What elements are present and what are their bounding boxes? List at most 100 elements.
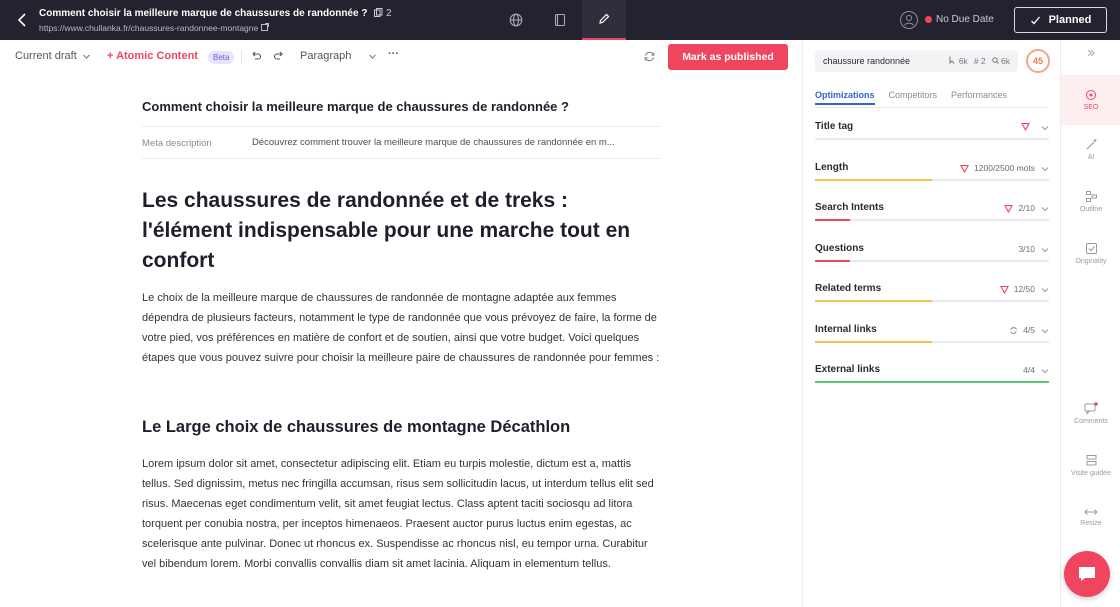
document-title-text: Comment choisir la meilleure marque de c… bbox=[39, 8, 368, 19]
seo-panel: chaussure randonnée 6k # 2 6k 45 Optimiz… bbox=[802, 40, 1060, 607]
seo-row-progress-fill bbox=[815, 381, 1049, 383]
user-icon bbox=[904, 14, 914, 26]
rail-guided-tour-label: Visite guidée bbox=[1071, 470, 1111, 477]
rail-comments[interactable]: Comments bbox=[1061, 402, 1120, 425]
tab-editor[interactable] bbox=[582, 0, 626, 40]
back-arrow-icon[interactable] bbox=[14, 11, 32, 29]
copy-icon bbox=[374, 8, 383, 17]
seo-row-score: 3/10 bbox=[1018, 244, 1035, 254]
top-bar: Comment choisir la meilleure marque de c… bbox=[0, 0, 1120, 40]
seo-row-length[interactable]: Length 1200/2500 mots bbox=[815, 159, 1049, 183]
rail-originality-label: Originality bbox=[1075, 258, 1107, 265]
chat-support-button[interactable] bbox=[1064, 551, 1110, 597]
draft-label: Current draft bbox=[15, 50, 77, 62]
block-type-label: Paragraph bbox=[300, 50, 352, 62]
target-icon bbox=[1086, 90, 1096, 100]
rail-seo[interactable]: SEO bbox=[1061, 75, 1120, 125]
seo-row-value: 4/5 bbox=[1009, 325, 1035, 335]
seo-row-score: 4/5 bbox=[1023, 325, 1035, 335]
document-url[interactable]: https://www.chullanka.fr/chaussures-rand… bbox=[39, 23, 269, 33]
atomic-content-button[interactable]: + Atomic Content bbox=[107, 50, 198, 62]
keyword-stat-clicks: 6k bbox=[958, 56, 968, 66]
tab-optimizations[interactable]: Optimizations bbox=[815, 90, 875, 105]
seo-row-title-tag[interactable]: Title tag bbox=[815, 118, 1049, 142]
tab-performances[interactable]: Performances bbox=[951, 90, 1007, 105]
chevron-down-icon[interactable] bbox=[1041, 124, 1049, 132]
seo-row-label: Internal links bbox=[815, 324, 877, 335]
more-options-button[interactable]: ··· bbox=[388, 48, 399, 60]
seo-row-label: Questions bbox=[815, 243, 864, 254]
undo-icon bbox=[252, 51, 262, 60]
meta-description-text[interactable]: Découvrez comment trouver la meilleure m… bbox=[252, 137, 657, 148]
refresh-icon bbox=[1010, 326, 1018, 334]
chevron-down-icon[interactable] bbox=[1041, 327, 1049, 335]
chevron-down-icon[interactable] bbox=[1041, 367, 1049, 375]
redo-button[interactable] bbox=[273, 50, 285, 62]
seo-row-progress-track bbox=[815, 300, 1049, 302]
seo-row-value: 4/4 bbox=[1023, 365, 1035, 375]
seo-row-internal-links[interactable]: Internal links 4/5 bbox=[815, 321, 1049, 345]
keyword-stat-rank: 2 bbox=[980, 56, 986, 66]
chevron-down-icon[interactable] bbox=[1041, 165, 1049, 173]
chevron-down-icon[interactable] bbox=[1041, 286, 1049, 294]
rail-guided-tour[interactable]: Visite guidée bbox=[1061, 454, 1120, 477]
seo-tabs: Optimizations Competitors Performances bbox=[815, 90, 1007, 105]
seo-row-value: 1200/2500 mots bbox=[960, 163, 1035, 173]
comment-icon bbox=[1084, 402, 1098, 415]
due-date[interactable]: No Due Date bbox=[925, 14, 994, 25]
seo-row-search-intents[interactable]: Search Intents 2/10 bbox=[815, 199, 1049, 223]
document-icon bbox=[554, 13, 566, 27]
alert-icon bbox=[1021, 122, 1030, 131]
rail-originality[interactable]: Originality bbox=[1061, 242, 1120, 265]
keyword-text: chaussure randonnée bbox=[823, 56, 911, 66]
seo-row-value: 12/50 bbox=[999, 284, 1035, 294]
seo-title[interactable]: Comment choisir la meilleure marque de c… bbox=[142, 99, 569, 114]
seo-row-score: 2/10 bbox=[1018, 203, 1035, 213]
tab-document[interactable] bbox=[538, 0, 582, 40]
meta-description-row[interactable]: Meta description Découvrez comment trouv… bbox=[142, 126, 660, 159]
seo-row-progress-track bbox=[815, 260, 1049, 262]
chevron-down-icon[interactable] bbox=[1041, 205, 1049, 213]
rail-outline[interactable]: Outline bbox=[1061, 190, 1120, 213]
seo-row-label: Search Intents bbox=[815, 202, 884, 213]
planned-button[interactable]: Planned bbox=[1014, 7, 1107, 33]
assignee-avatar[interactable] bbox=[900, 11, 918, 29]
seo-row-value bbox=[1021, 122, 1035, 131]
rail-ai[interactable]: AI bbox=[1061, 138, 1120, 161]
keyword-volume: 6k bbox=[949, 56, 968, 66]
tab-globe[interactable] bbox=[494, 0, 538, 40]
globe-icon bbox=[509, 13, 523, 27]
rail-comments-label: Comments bbox=[1074, 418, 1108, 425]
seo-row-questions[interactable]: Questions 3/10 bbox=[815, 240, 1049, 264]
keyword-rank: # 2 bbox=[973, 56, 986, 66]
seo-row-progress-track bbox=[815, 219, 1049, 221]
paragraph-lorem[interactable]: Lorem ipsum dolor sit amet, consectetur … bbox=[142, 454, 660, 574]
keyword-box[interactable]: chaussure randonnée 6k # 2 6k bbox=[815, 50, 1018, 72]
mark-as-published-button[interactable]: Mark as published bbox=[668, 44, 788, 70]
heading-1[interactable]: Les chaussures de randonnée et de treks … bbox=[142, 186, 652, 276]
editor-canvas[interactable]: Comment choisir la meilleure marque de c… bbox=[142, 73, 662, 607]
outline-icon bbox=[1085, 191, 1097, 202]
rail-resize[interactable]: Resize bbox=[1061, 507, 1120, 527]
seo-row-related-terms[interactable]: Related terms 12/50 bbox=[815, 280, 1049, 304]
chevron-down-icon bbox=[82, 54, 90, 59]
sync-button[interactable] bbox=[643, 50, 656, 63]
collapse-panel-button[interactable] bbox=[1061, 48, 1120, 58]
tab-competitors[interactable]: Competitors bbox=[889, 90, 938, 105]
heading-2[interactable]: Le Large choix de chaussures de montagne… bbox=[142, 418, 570, 437]
block-type-select[interactable]: Paragraph bbox=[300, 50, 377, 62]
guided-tour-icon bbox=[1086, 455, 1096, 466]
draft-selector[interactable]: Current draft bbox=[15, 50, 91, 62]
chevron-down-icon[interactable] bbox=[1041, 246, 1049, 254]
undo-button[interactable] bbox=[250, 50, 262, 62]
seo-row-external-links[interactable]: External links 4/4 bbox=[815, 361, 1049, 385]
chat-bubble-icon bbox=[1079, 567, 1095, 581]
magic-wand-icon bbox=[1086, 139, 1096, 150]
seo-row-progress-fill bbox=[815, 179, 932, 181]
seo-row-label: Length bbox=[815, 162, 849, 173]
seo-row-progress-track bbox=[815, 179, 1049, 181]
paragraph-intro[interactable]: Le choix de la meilleure marque de chaus… bbox=[142, 288, 660, 368]
rail-ai-label: AI bbox=[1087, 154, 1095, 161]
copies-indicator[interactable]: 2 bbox=[374, 8, 392, 19]
seo-row-label: External links bbox=[815, 364, 881, 375]
